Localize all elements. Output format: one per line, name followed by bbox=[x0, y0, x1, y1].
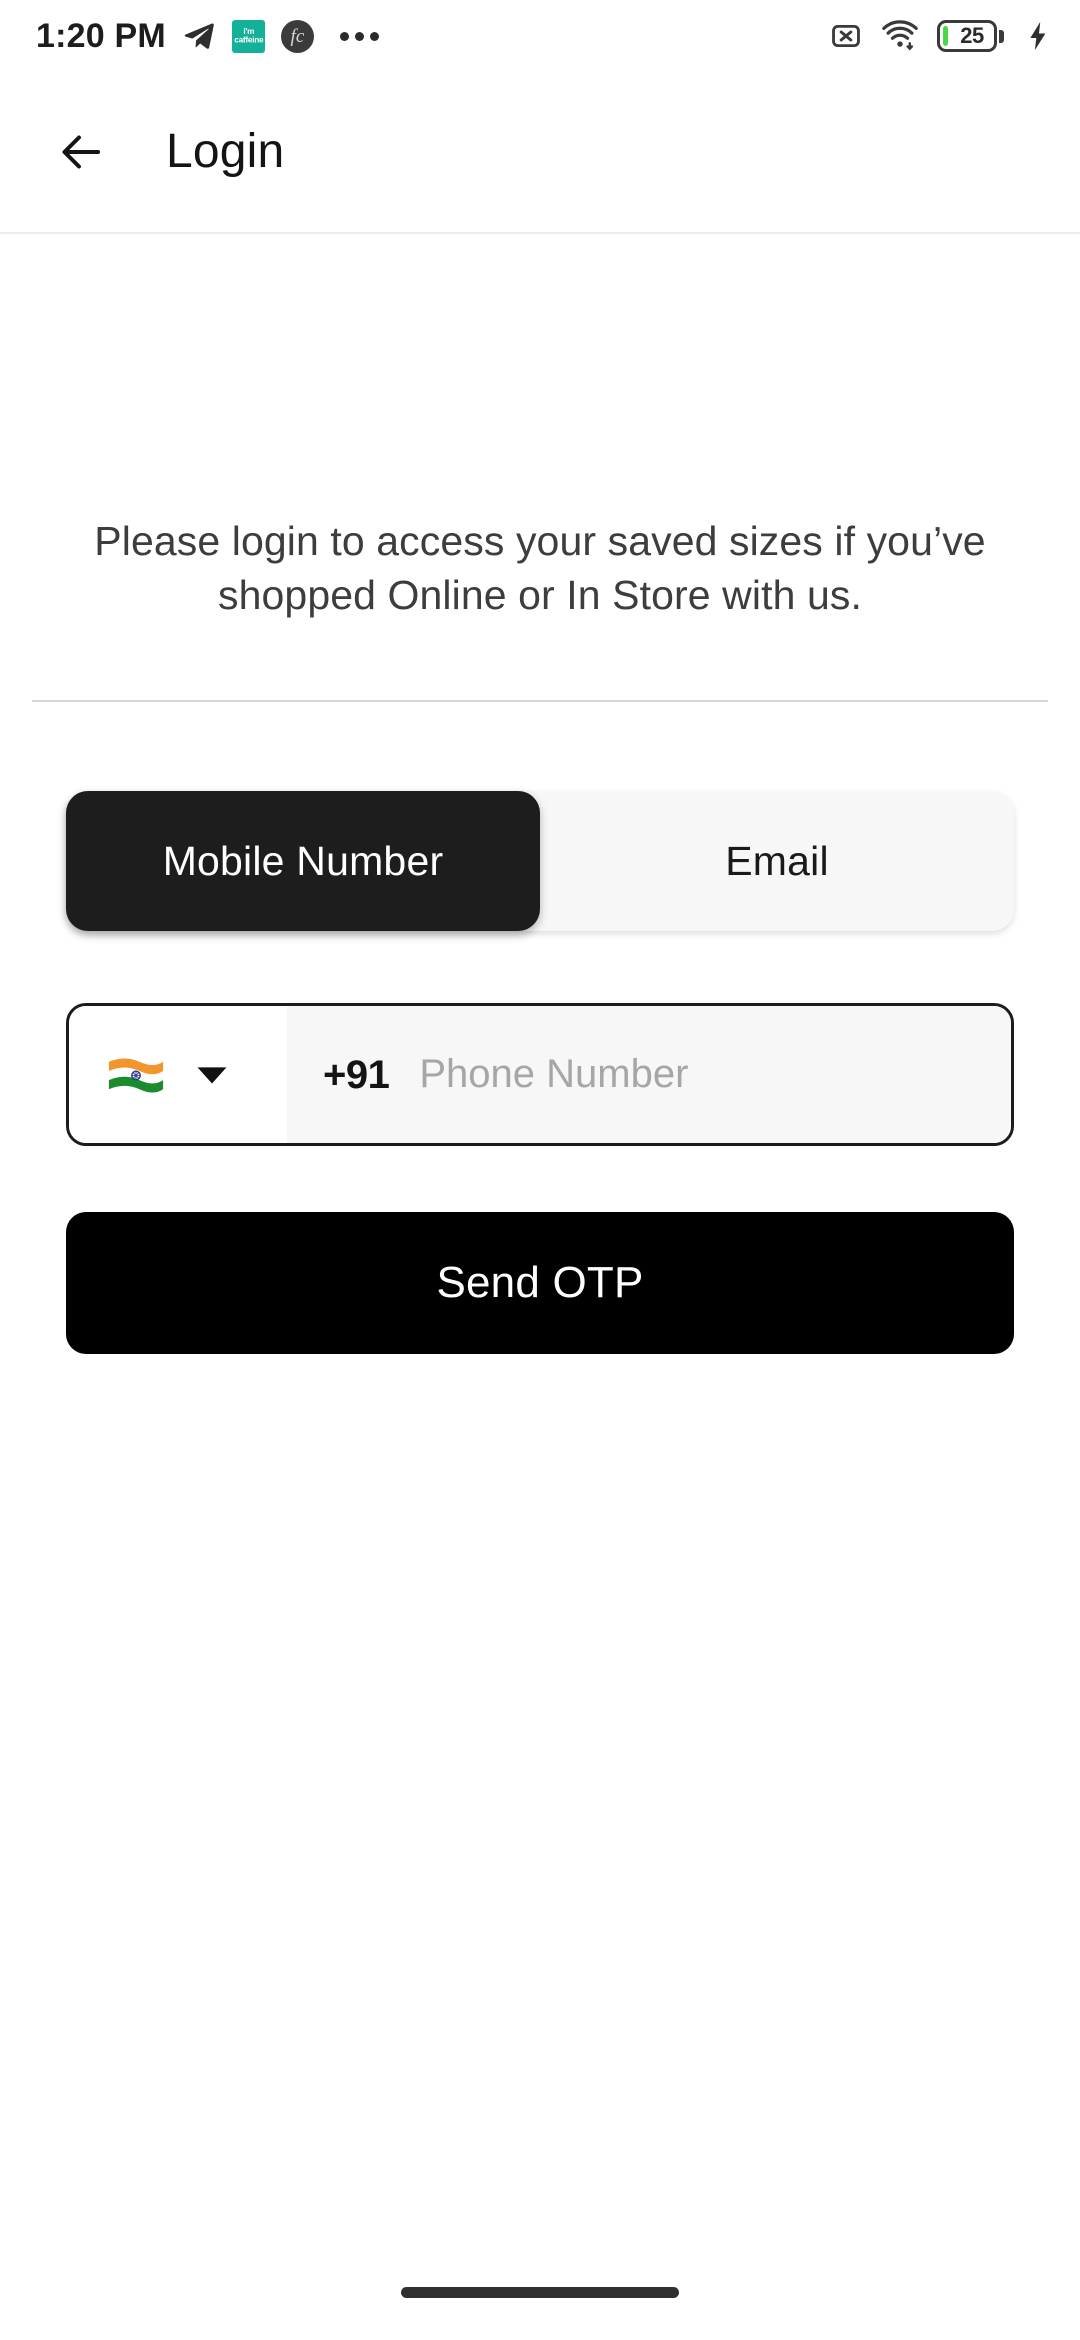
country-code-selector[interactable] bbox=[69, 1006, 287, 1144]
tab-email-label: Email bbox=[725, 837, 829, 884]
country-code-text: +91 bbox=[323, 1052, 390, 1097]
phone-number-input[interactable] bbox=[419, 1006, 1011, 1144]
login-method-tabs: Mobile Number Email bbox=[66, 791, 1014, 932]
status-bar: 1:20 PM i'm caffeine fc 25 bbox=[0, 0, 1080, 72]
section-divider bbox=[32, 700, 1048, 703]
tab-mobile-number-label: Mobile Number bbox=[162, 837, 444, 884]
more-notifications-icon bbox=[339, 31, 379, 41]
telegram-icon bbox=[184, 23, 214, 49]
login-screen: 1:20 PM i'm caffeine fc 25 Login Please … bbox=[0, 0, 1080, 2340]
wifi-icon bbox=[882, 20, 918, 51]
back-arrow-icon bbox=[62, 135, 101, 169]
send-otp-button[interactable]: Send OTP bbox=[66, 1212, 1014, 1355]
phone-number-field: +91 bbox=[66, 1003, 1014, 1147]
caffeine-app-icon: i'm caffeine bbox=[231, 19, 265, 53]
app-bar: Login bbox=[0, 72, 1080, 234]
fc-app-icon: fc bbox=[280, 19, 314, 53]
battery-body: 25 bbox=[937, 20, 997, 52]
system-navigation-bar bbox=[0, 2244, 1080, 2340]
status-time: 1:20 PM bbox=[36, 17, 166, 55]
battery-cap bbox=[999, 29, 1004, 43]
tab-email[interactable]: Email bbox=[540, 791, 1014, 931]
status-bar-left: 1:20 PM i'm caffeine fc bbox=[36, 19, 379, 53]
battery-indicator: 25 bbox=[937, 20, 1004, 52]
sim-card-missing-icon bbox=[832, 24, 860, 48]
login-intro-text: Please login to access your saved sizes … bbox=[94, 518, 986, 619]
page-title: Login bbox=[166, 125, 285, 178]
status-bar-right: 25 bbox=[829, 19, 1052, 53]
charging-bolt-icon bbox=[1030, 21, 1046, 51]
battery-percent-text: 25 bbox=[960, 23, 984, 48]
login-content: Please login to access your saved sizes … bbox=[0, 234, 1080, 2244]
phone-entry-area: +91 bbox=[287, 1006, 1011, 1144]
chevron-down-icon bbox=[197, 1067, 227, 1084]
india-flag-icon bbox=[108, 1058, 164, 1093]
home-indicator[interactable] bbox=[401, 2286, 679, 2298]
tab-mobile-number[interactable]: Mobile Number bbox=[66, 791, 540, 932]
back-button[interactable] bbox=[40, 110, 124, 194]
